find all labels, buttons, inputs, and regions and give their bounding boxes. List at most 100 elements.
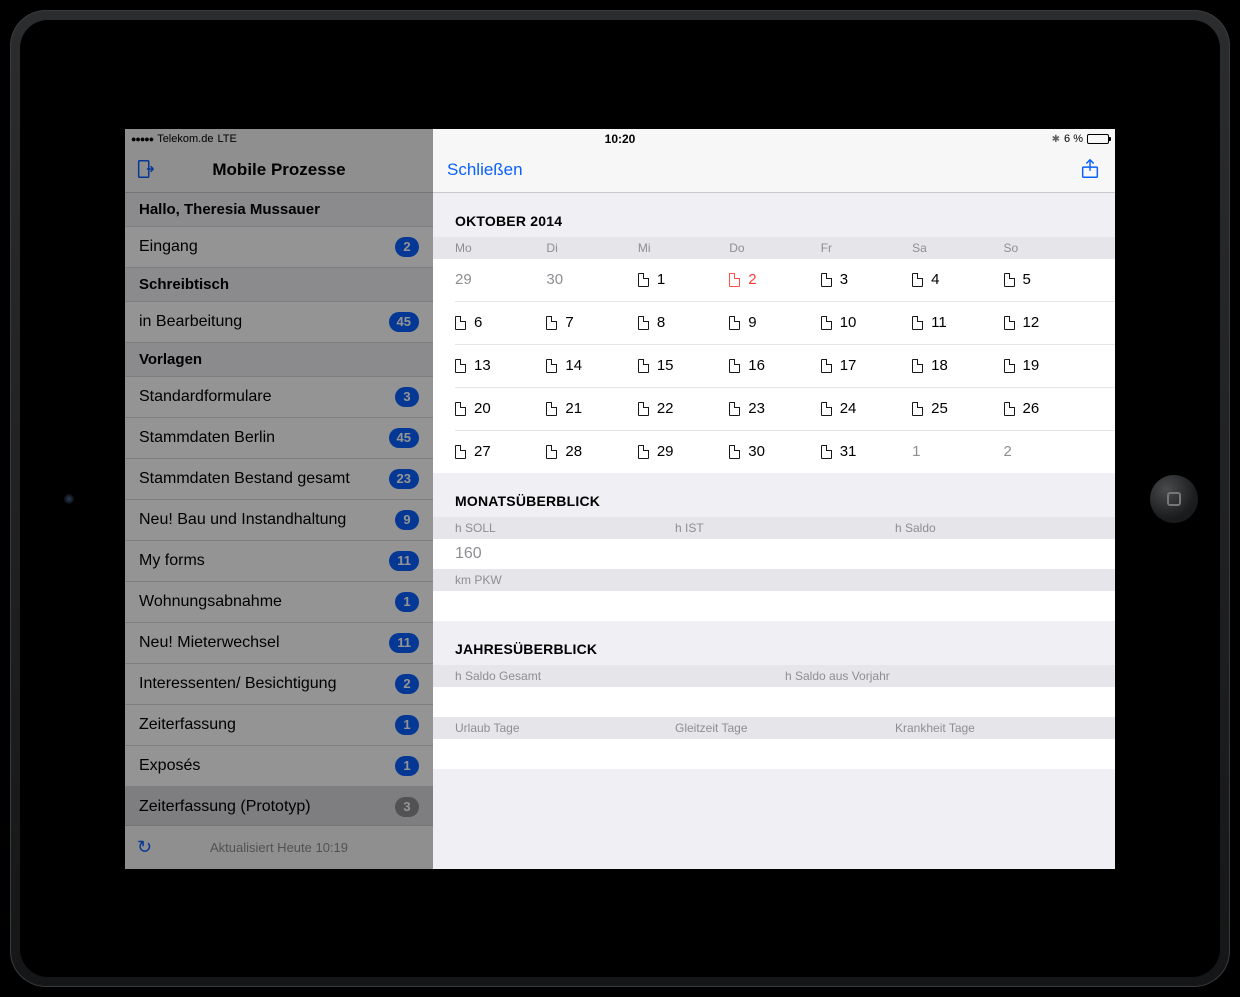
calendar-day[interactable]: 26	[1004, 388, 1095, 430]
document-icon	[1004, 359, 1015, 373]
info-label: h Saldo aus Vorjahr	[785, 669, 1115, 683]
main-scroll[interactable]: OKTOBER 2014 MoDiMiDoFrSaSo 293012345678…	[433, 193, 1115, 869]
sidebar-list[interactable]: Hallo, Theresia MussauerEingang2Schreibt…	[125, 193, 433, 825]
calendar-day[interactable]: 3	[821, 259, 912, 301]
calendar-row: 272829303112	[455, 431, 1115, 473]
sidebar-item-label: Wohnungsabnahme	[139, 593, 282, 611]
calendar-day[interactable]: 31	[821, 431, 912, 473]
share-icon[interactable]	[1079, 158, 1101, 183]
sidebar-item[interactable]: Stammdaten Bestand gesamt23	[125, 459, 433, 500]
sidebar-item[interactable]: Zeiterfassung1	[125, 705, 433, 746]
document-icon	[821, 273, 832, 287]
calendar-day[interactable]: 10	[821, 302, 912, 344]
calendar-day-number: 9	[748, 314, 756, 331]
calendar-day[interactable]: 17	[821, 345, 912, 387]
calendar-day[interactable]: 4	[912, 259, 1003, 301]
battery-icon	[1087, 134, 1109, 144]
calendar-day[interactable]: 20	[455, 388, 546, 430]
sidebar-item[interactable]: Eingang2	[125, 227, 433, 268]
document-icon	[912, 402, 923, 416]
info-label: h SOLL	[455, 521, 675, 535]
refresh-icon[interactable]: ↻	[137, 837, 152, 858]
sidebar-item[interactable]: Standardformulare3	[125, 377, 433, 418]
km-row: km PKW	[433, 569, 1115, 591]
document-icon	[821, 316, 832, 330]
document-icon	[455, 402, 466, 416]
h-soll-value: 160	[433, 539, 1115, 569]
document-icon	[638, 402, 649, 416]
sidebar-item[interactable]: Neu! Bau und Instandhaltung9	[125, 500, 433, 541]
calendar-day[interactable]: 11	[912, 302, 1003, 344]
calendar-day-number: 26	[1023, 400, 1040, 417]
calendar-day[interactable]: 21	[546, 388, 637, 430]
calendar-day[interactable]: 30	[729, 431, 820, 473]
sidebar-item-label: Exposés	[139, 757, 200, 775]
calendar-day[interactable]: 29	[638, 431, 729, 473]
sidebar-item[interactable]: Stammdaten Berlin45	[125, 418, 433, 459]
sidebar-item-badge: 1	[395, 756, 419, 776]
calendar-day[interactable]: 19	[1004, 345, 1095, 387]
sidebar-section-header: Schreibtisch	[125, 268, 433, 302]
signal-dots-icon: ●●●●●	[131, 133, 153, 145]
calendar-day: 30	[546, 259, 637, 301]
sidebar-item-label: Stammdaten Berlin	[139, 429, 275, 447]
calendar-day[interactable]: 24	[821, 388, 912, 430]
calendar-day[interactable]: 28	[546, 431, 637, 473]
calendar-day[interactable]: 23	[729, 388, 820, 430]
calendar-day[interactable]: 15	[638, 345, 729, 387]
calendar-day[interactable]: 8	[638, 302, 729, 344]
calendar-day[interactable]: 2	[729, 259, 820, 301]
sidebar-item[interactable]: Neu! Mieterwechsel11	[125, 623, 433, 664]
sidebar-item-badge: 23	[389, 469, 419, 489]
calendar-day-number: 4	[931, 271, 939, 288]
calendar-day-number: 1	[657, 271, 665, 288]
close-button[interactable]: Schließen	[447, 160, 523, 180]
sidebar-item-label: Neu! Bau und Instandhaltung	[139, 511, 346, 529]
document-icon	[546, 359, 557, 373]
status-time: 10:20	[605, 132, 636, 146]
calendar-day[interactable]: 16	[729, 345, 820, 387]
document-icon	[638, 359, 649, 373]
document-icon	[1004, 316, 1015, 330]
calendar-day[interactable]: 25	[912, 388, 1003, 430]
km-value-row	[433, 591, 1115, 621]
calendar-day[interactable]: 6	[455, 302, 546, 344]
sidebar-item[interactable]: in Bearbeitung45	[125, 302, 433, 343]
calendar-day[interactable]: 18	[912, 345, 1003, 387]
sidebar-item-label: Neu! Mieterwechsel	[139, 634, 280, 652]
logout-icon[interactable]	[135, 158, 157, 183]
calendar-day[interactable]: 22	[638, 388, 729, 430]
document-icon	[729, 402, 740, 416]
calendar-day[interactable]: 12	[1004, 302, 1095, 344]
calendar-day-number: 21	[565, 400, 582, 417]
document-icon	[638, 316, 649, 330]
sidebar-item[interactable]: My forms11	[125, 541, 433, 582]
calendar-day-number: 3	[840, 271, 848, 288]
sidebar-item-label: Zeiterfassung (Prototyp)	[139, 798, 311, 816]
calendar-day-number: 17	[840, 357, 857, 374]
sidebar-item-badge: 11	[389, 551, 419, 571]
calendar-day[interactable]: 5	[1004, 259, 1095, 301]
calendar-day-number: 11	[931, 314, 947, 331]
calendar-day[interactable]: 27	[455, 431, 546, 473]
sidebar-item[interactable]: Interessenten/ Besichtigung2	[125, 664, 433, 705]
calendar-day[interactable]: 9	[729, 302, 820, 344]
sidebar-item[interactable]: Wohnungsabnahme 1	[125, 582, 433, 623]
calendar-day[interactable]: 14	[546, 345, 637, 387]
document-icon	[455, 359, 466, 373]
sidebar-footer-label: Aktualisiert Heute 10:19	[210, 840, 348, 855]
calendar-day[interactable]: 1	[638, 259, 729, 301]
calendar-day: 1	[912, 431, 1003, 473]
sidebar-item-label: Interessenten/ Besichtigung	[139, 675, 336, 693]
home-button[interactable]	[1150, 475, 1198, 523]
sidebar-item-badge: 1	[395, 592, 419, 612]
calendar-day[interactable]: 13	[455, 345, 546, 387]
km-label: km PKW	[455, 573, 1115, 587]
sidebar-item[interactable]: Exposés 1	[125, 746, 433, 787]
document-icon	[1004, 402, 1015, 416]
year-overview-footer: Urlaub TageGleitzeit TageKrankheit Tage	[433, 717, 1115, 739]
sidebar-item[interactable]: Zeiterfassung (Prototyp)3	[125, 787, 433, 825]
sidebar-item-badge: 3	[395, 387, 419, 407]
calendar-day[interactable]: 7	[546, 302, 637, 344]
calendar-row: 13141516 17 1819	[455, 345, 1115, 388]
